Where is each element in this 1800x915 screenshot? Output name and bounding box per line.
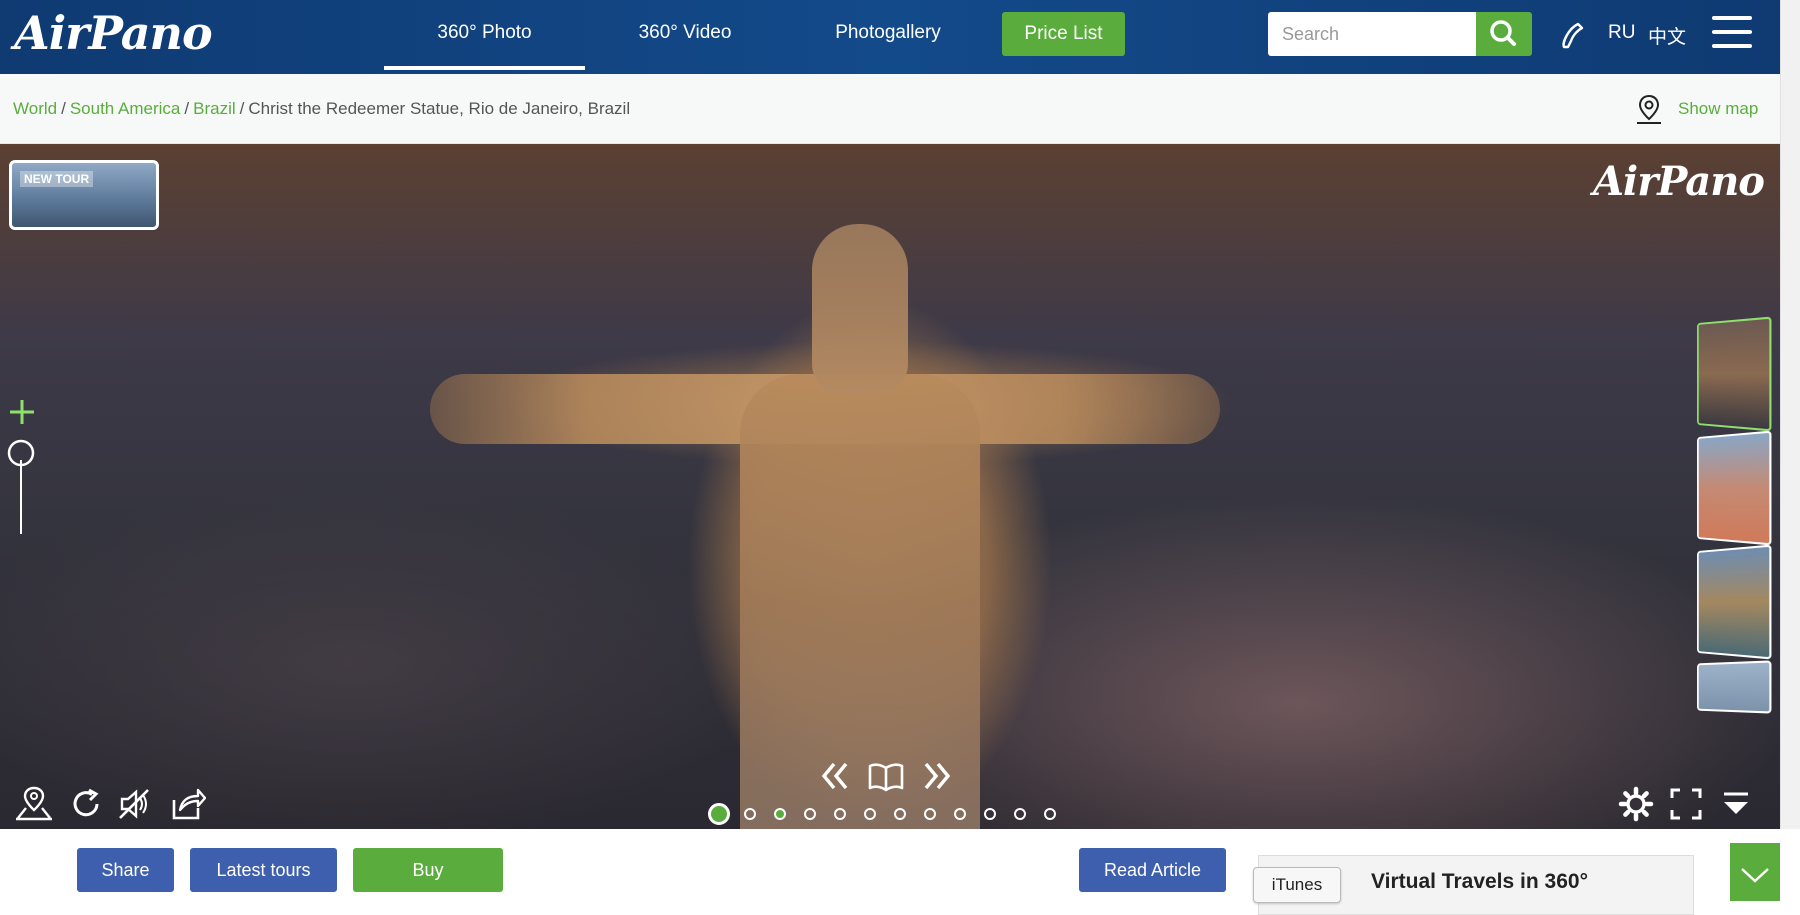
settings-gear-icon[interactable] [1618,786,1654,822]
share-button[interactable]: Share [77,848,174,892]
pager-dot[interactable] [744,808,756,820]
show-map-link[interactable]: Show map [1632,92,1758,126]
breadcrumb-separator: / [184,99,190,118]
sound-mute-icon[interactable] [116,786,152,822]
statue-head [812,224,908,394]
pano-pager[interactable] [708,801,1074,827]
autorotate-icon[interactable] [68,786,104,822]
pager-dot[interactable] [1014,808,1026,820]
breadcrumb-world[interactable]: World [13,99,57,118]
breadcrumb-bar: World / South America / Brazil / Christ the Re… [0,74,1780,144]
breadcrumb-separator: / [239,99,245,118]
breadcrumb-brazil[interactable]: Brazil [193,99,236,118]
bottom-action-bar: Share Latest tours Buy Read Article Virt… [0,829,1800,915]
pager-dot[interactable] [804,808,816,820]
zoom-in-icon[interactable] [10,400,34,424]
promo-title: Virtual Travels in 360° [1371,870,1588,893]
scene-thumbnail[interactable] [1697,430,1772,546]
site-logo[interactable]: AirPano [14,6,213,60]
next-icon[interactable] [922,760,952,792]
read-article-button[interactable]: Read Article [1079,848,1226,892]
latest-tours-button[interactable]: Latest tours [190,848,337,892]
site-header: AirPano 360° Photo 360° Video Photogalle… [0,0,1780,74]
share-icon[interactable] [168,786,206,822]
pager-dot[interactable] [864,808,876,820]
zoom-control[interactable] [4,394,38,554]
pager-dot[interactable] [924,808,936,820]
scene-thumbnail[interactable] [1697,544,1772,660]
buy-button[interactable]: Buy [353,848,503,892]
search-icon [1490,20,1516,46]
breadcrumb-south-america[interactable]: South America [70,99,181,118]
pager-dot[interactable] [954,808,966,820]
breadcrumb-separator: / [61,99,66,118]
search-input[interactable] [1268,12,1477,56]
previous-icon[interactable] [820,760,850,792]
map-location-icon[interactable] [14,786,54,822]
pager-dot[interactable] [834,808,846,820]
price-list-button[interactable]: Price List [1002,12,1125,56]
panorama-viewer[interactable]: NEW TOUR AirPano [0,144,1780,829]
pager-dot[interactable] [774,808,786,820]
fullscreen-icon[interactable] [1668,786,1704,822]
nav-360-video[interactable]: 360° Video [620,0,750,70]
phone-icon[interactable] [1558,19,1590,51]
breadcrumb: World / South America / Brazil / Christ the Re… [13,99,630,119]
chevron-down-icon [1741,868,1769,883]
show-map-label: Show map [1678,99,1759,118]
collapse-button[interactable] [1730,843,1780,901]
viewer-logo: AirPano [1593,158,1765,205]
hamburger-menu-icon[interactable] [1712,16,1752,52]
search-button[interactable] [1476,12,1532,56]
pager-dot[interactable] [1044,808,1056,820]
pager-dot[interactable] [984,808,996,820]
nav-photogallery[interactable]: Photogallery [812,0,964,70]
lang-zh[interactable]: 中文 [1648,22,1686,49]
new-tour-thumbnail[interactable]: NEW TOUR [9,160,159,230]
pager-dot[interactable] [894,808,906,820]
scene-thumbnail[interactable] [1697,316,1772,432]
nav-360-photo[interactable]: 360° Photo [384,0,585,70]
page-scrollbar[interactable] [1780,0,1800,829]
itunes-tooltip[interactable]: iTunes [1253,867,1341,903]
lang-ru[interactable]: RU [1608,22,1635,44]
breadcrumb-current: Christ the Redeemer Statue, Rio de Janei… [248,99,631,118]
new-tour-label: NEW TOUR [20,171,94,187]
scene-thumbnail[interactable] [1697,660,1772,714]
scene-thumbnails [1693,316,1775,720]
map-pin-icon [1637,94,1661,124]
book-icon[interactable] [868,762,904,792]
pager-dot[interactable] [708,803,730,825]
collapse-panel-icon[interactable] [1718,786,1754,822]
